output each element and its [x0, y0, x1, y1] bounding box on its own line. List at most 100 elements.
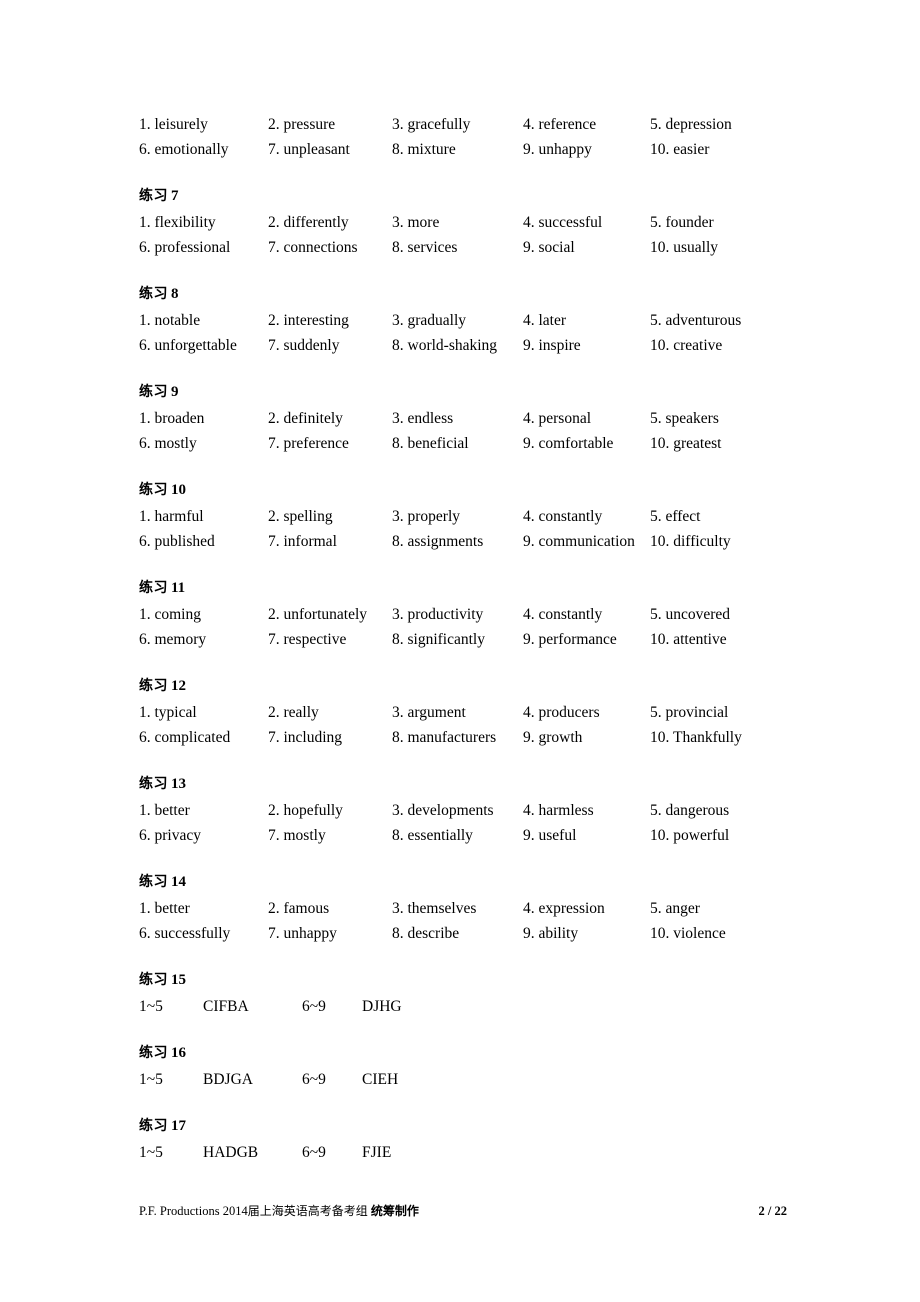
- word-answer-cell: 4. harmless: [523, 802, 594, 819]
- word-answer-row: 6. memory 7. respective 8. significantly 9.…: [139, 627, 779, 652]
- word-answer-cell: 3. gradually: [392, 312, 467, 329]
- word-answer-cell: 9. growth: [523, 729, 583, 746]
- word-answer-cell: 8. assignments: [392, 533, 484, 550]
- word-answer-cell: 10. easier: [650, 141, 710, 158]
- word-answer-cell: 4. reference: [523, 116, 597, 133]
- word-answer-cell: 10. usually: [650, 239, 719, 256]
- word-answer-cell: 3. gracefully: [392, 116, 471, 133]
- letter-answer-cell: 1~5: [139, 1071, 163, 1088]
- word-answer-row: 1. better 2. hopefully 3. developments 4. h…: [139, 798, 779, 823]
- exercise-heading-label: 练习: [139, 188, 168, 204]
- word-answer-cell: 7. unhappy: [268, 925, 337, 942]
- word-answer-cell: 9. communication: [523, 533, 635, 550]
- letter-answer-cell: DJHG: [362, 998, 402, 1015]
- word-answer-cell: 9. ability: [523, 925, 579, 942]
- exercise-heading-number: 12: [171, 678, 186, 694]
- exercise-heading-label: 练习: [139, 776, 168, 792]
- word-answer-cell: 3. themselves: [392, 900, 477, 917]
- word-answer-cell: 3. productivity: [392, 606, 484, 623]
- exercise-heading: 练习 15: [139, 968, 779, 993]
- exercise-heading: 练习 10: [139, 478, 779, 503]
- word-answer-row: 1. leisurely 2. pressure 3. gracefully 4. r…: [139, 112, 779, 137]
- exercise-heading-number: 16: [171, 1045, 186, 1061]
- word-answer-cell: 5. provincial: [650, 704, 729, 721]
- word-answer-cell: 5. depression: [650, 116, 732, 133]
- word-answer-cell: 4. expression: [523, 900, 605, 917]
- word-answer-cell: 6. mostly: [139, 435, 197, 452]
- word-answer-cell: 7. including: [268, 729, 343, 746]
- exercise-heading-label: 练习: [139, 580, 168, 596]
- answer-key-content: 1. leisurely 2. pressure 3. gracefully 4. r…: [139, 112, 779, 1187]
- letter-answer-cell: CIEH: [362, 1071, 399, 1088]
- answer-block: 练习 17 1~5 HADGB 6~9 FJIE: [139, 1114, 779, 1165]
- word-answer-cell: 9. inspire: [523, 337, 581, 354]
- exercise-heading: 练习 12: [139, 674, 779, 699]
- footer-credit-cn-plain: 届上海英语高考备考组: [247, 1204, 368, 1218]
- word-answer-cell: 7. mostly: [268, 827, 326, 844]
- word-answer-cell: 6. published: [139, 533, 215, 550]
- word-answer-cell: 3. properly: [392, 508, 461, 525]
- answer-block: 练习 10 1. harmful 2. spelling 3. properly 4. c…: [139, 478, 779, 554]
- word-answer-cell: 2. unfortunately: [268, 606, 368, 623]
- exercise-heading-label: 练习: [139, 1045, 168, 1061]
- letter-answer-row: 1~5 BDJGA 6~9 CIEH: [139, 1067, 779, 1092]
- word-answer-cell: 9. useful: [523, 827, 577, 844]
- word-answer-cell: 6. emotionally: [139, 141, 229, 158]
- word-answer-cell: 7. preference: [268, 435, 349, 452]
- exercise-heading: 练习 7: [139, 184, 779, 209]
- exercise-heading-label: 练习: [139, 874, 168, 890]
- word-answer-cell: 9. performance: [523, 631, 617, 648]
- word-answer-row: 1. better 2. famous 3. themselves 4. expres…: [139, 896, 779, 921]
- word-answer-cell: 9. social: [523, 239, 575, 256]
- word-answer-cell: 10. greatest: [650, 435, 722, 452]
- word-answer-cell: 8. world-shaking: [392, 337, 498, 354]
- word-answer-cell: 5. dangerous: [650, 802, 730, 819]
- word-answer-cell: 4. later: [523, 312, 567, 329]
- exercise-heading-number: 8: [171, 286, 179, 302]
- word-answer-row: 6. privacy 7. mostly 8. essentially 9. usef…: [139, 823, 779, 848]
- answer-block: 练习 12 1. typical 2. really 3. argument 4. pro…: [139, 674, 779, 750]
- exercise-heading: 练习 9: [139, 380, 779, 405]
- word-answer-row: 6. mostly 7. preference 8. beneficial 9. co…: [139, 431, 779, 456]
- word-answer-cell: 6. unforgettable: [139, 337, 237, 354]
- word-answer-cell: 10. creative: [650, 337, 723, 354]
- word-answer-cell: 1. better: [139, 900, 190, 917]
- letter-answer-cell: BDJGA: [203, 1071, 253, 1088]
- exercise-heading-number: 17: [171, 1118, 186, 1134]
- exercise-heading-number: 15: [171, 972, 186, 988]
- exercise-heading-label: 练习: [139, 972, 168, 988]
- letter-answer-cell: FJIE: [362, 1144, 392, 1161]
- word-answer-row: 6. emotionally 7. unpleasant 8. mixture 9. …: [139, 137, 779, 162]
- word-answer-row: 6. professional 7. connections 8. services…: [139, 235, 779, 260]
- word-answer-row: 6. unforgettable 7. suddenly 8. world-shak…: [139, 333, 779, 358]
- exercise-heading-label: 练习: [139, 384, 168, 400]
- letter-answer-cell: 1~5: [139, 1144, 163, 1161]
- word-answer-cell: 8. manufacturers: [392, 729, 497, 746]
- footer-credit: P.F. Productions 2014届上海英语高考备考组 统筹制作: [139, 1200, 419, 1222]
- word-answer-cell: 1. leisurely: [139, 116, 208, 133]
- answer-block: 练习 9 1. broaden 2. definitely 3. endless 4. p…: [139, 380, 779, 456]
- word-answer-cell: 1. coming: [139, 606, 201, 623]
- word-answer-cell: 2. pressure: [268, 116, 336, 133]
- word-answer-cell: 8. services: [392, 239, 458, 256]
- word-answer-row: 1. typical 2. really 3. argument 4. produce…: [139, 700, 779, 725]
- word-answer-cell: 1. better: [139, 802, 190, 819]
- word-answer-cell: 7. suddenly: [268, 337, 340, 354]
- word-answer-cell: 2. famous: [268, 900, 330, 917]
- word-answer-cell: 9. comfortable: [523, 435, 614, 452]
- word-answer-cell: 7. respective: [268, 631, 347, 648]
- word-answer-cell: 10. powerful: [650, 827, 730, 844]
- page-number: 2 / 22: [758, 1204, 787, 1218]
- word-answer-row: 6. published 7. informal 8. assignments 9. …: [139, 529, 779, 554]
- word-answer-cell: 4. personal: [523, 410, 592, 427]
- word-answer-cell: 2. differently: [268, 214, 349, 231]
- word-answer-cell: 5. speakers: [650, 410, 719, 427]
- word-answer-cell: 1. notable: [139, 312, 201, 329]
- word-answer-cell: 2. really: [268, 704, 319, 721]
- word-answer-cell: 5. adventurous: [650, 312, 742, 329]
- word-answer-cell: 10. Thankfully: [650, 729, 742, 746]
- answer-block: 练习 11 1. coming 2. unfortunately 3. producti…: [139, 576, 779, 652]
- exercise-heading: 练习 8: [139, 282, 779, 307]
- answer-block: 练习 14 1. better 2. famous 3. themselves 4. ex…: [139, 870, 779, 946]
- answer-block: 练习 8 1. notable 2. interesting 3. gradually 4…: [139, 282, 779, 358]
